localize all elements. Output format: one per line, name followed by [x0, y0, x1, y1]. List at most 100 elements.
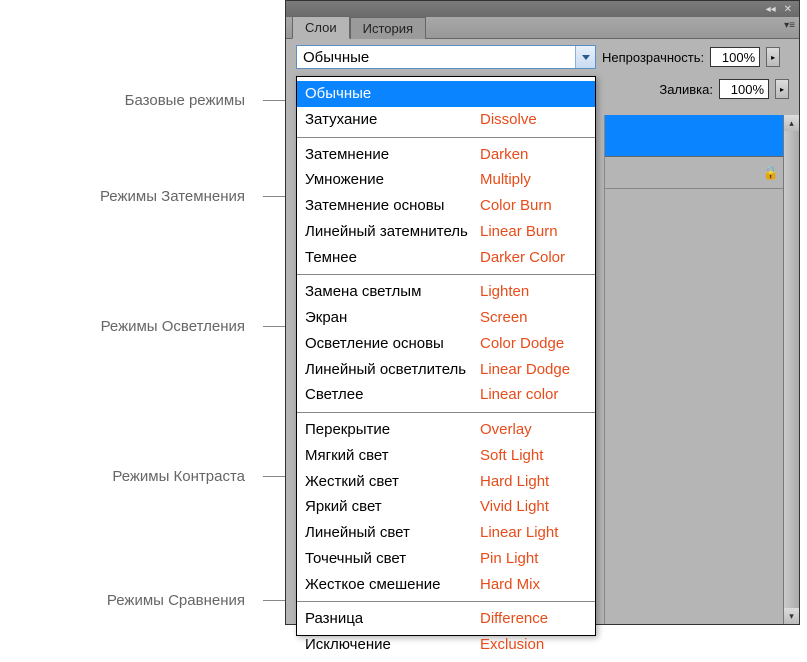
blend-mode-label-en: Vivid Light	[480, 496, 549, 518]
blend-mode-label-en: Color Dodge	[480, 333, 564, 355]
blend-mode-option[interactable]: Замена светлымLighten	[297, 279, 595, 305]
blend-mode-label-en: Exclusion	[480, 634, 544, 656]
scroll-up-icon[interactable]: ▴	[784, 115, 799, 131]
tab-history[interactable]: История	[350, 17, 426, 39]
blend-mode-option[interactable]: ПерекрытиеOverlay	[297, 417, 595, 443]
layers-panel: ◂◂ ✕ Слои История ▾≡ Обычные Непрозрачно…	[285, 0, 800, 625]
blend-mode-option[interactable]: Жесткий светHard Light	[297, 469, 595, 495]
blend-mode-label-en: Darken	[480, 144, 528, 166]
blend-mode-label-ru: Умножение	[305, 169, 480, 191]
blend-mode-label-en: Hard Light	[480, 471, 549, 493]
opacity-label: Непрозрачность:	[602, 50, 704, 65]
blend-mode-label-ru: Перекрытие	[305, 419, 480, 441]
fill-stepper[interactable]: ▸	[775, 79, 789, 99]
blend-mode-option[interactable]: Обычные	[297, 81, 595, 107]
blend-mode-label-en: Darker Color	[480, 247, 565, 269]
blend-mode-label-ru: Обычные	[305, 83, 480, 105]
blend-mode-label-ru: Исключение	[305, 634, 480, 656]
blend-mode-label-ru: Замена светлым	[305, 281, 480, 303]
blend-mode-group: ОбычныеЗатуханиеDissolve	[297, 77, 595, 138]
scrollbar[interactable]: ▴ ▾	[783, 115, 799, 624]
blend-mode-option[interactable]: РазницаDifference	[297, 606, 595, 632]
blend-mode-label-en: Screen	[480, 307, 528, 329]
panel-body: Обычные Непрозрачность: 100% ▸ Заливка: …	[286, 39, 799, 624]
blend-mode-label-ru: Затемнение	[305, 144, 480, 166]
chevron-down-icon	[582, 55, 590, 60]
scroll-down-icon[interactable]: ▾	[784, 608, 799, 624]
blend-mode-label-en: Soft Light	[480, 445, 543, 467]
blend-mode-group: ПерекрытиеOverlayМягкий светSoft LightЖе…	[297, 413, 595, 602]
panel-menu-icon[interactable]: ▾≡	[784, 20, 795, 31]
annotation-basic: Базовые режимы	[125, 92, 263, 109]
blend-mode-label-ru: Линейный свет	[305, 522, 480, 544]
blend-mode-label-en: Pin Light	[480, 548, 538, 570]
blend-mode-group: Замена светлымLightenЭкранScreenОсветлен…	[297, 275, 595, 413]
blend-mode-label-en: Hard Mix	[480, 574, 540, 596]
blend-mode-option[interactable]: Точечный светPin Light	[297, 546, 595, 572]
blend-mode-label-en: Linear color	[480, 384, 558, 406]
tab-layers[interactable]: Слои	[292, 16, 350, 39]
blend-mode-option[interactable]: Жесткое смешениеHard Mix	[297, 572, 595, 598]
annotation-panel: Базовые режимы Режимы Затемнения Режимы …	[0, 0, 285, 625]
dropdown-button[interactable]	[575, 46, 595, 68]
blend-mode-label-en: Linear Light	[480, 522, 558, 544]
blend-mode-option[interactable]: ЭкранScreen	[297, 305, 595, 331]
layer-row-selected[interactable]	[605, 115, 799, 157]
close-icon[interactable]: ✕	[781, 4, 795, 15]
annotation-contrast: Режимы Контраста	[112, 468, 263, 485]
controls-row-1: Обычные Непрозрачность: 100% ▸	[286, 39, 799, 75]
opacity-input[interactable]: 100%	[710, 47, 760, 67]
blend-mode-option[interactable]: ЗатуханиеDissolve	[297, 107, 595, 133]
blend-mode-label-en: Linear Burn	[480, 221, 558, 243]
blend-mode-option[interactable]: ИсключениеExclusion	[297, 632, 595, 658]
blend-mode-dropdown: ОбычныеЗатуханиеDissolveЗатемнениеDarken…	[296, 76, 596, 636]
blend-mode-option[interactable]: Мягкий светSoft Light	[297, 443, 595, 469]
panel-topbar: ◂◂ ✕	[286, 1, 799, 17]
blend-mode-option[interactable]: Осветление основыColor Dodge	[297, 331, 595, 357]
blend-mode-label-ru: Осветление основы	[305, 333, 480, 355]
lock-icon: 🔒	[763, 165, 779, 181]
layer-row[interactable]: 🔒	[605, 157, 799, 189]
blend-mode-option[interactable]: Линейный светLinear Light	[297, 520, 595, 546]
annotation-compare: Режимы Сравнения	[107, 592, 263, 609]
blend-mode-label-en: Difference	[480, 608, 548, 630]
blend-mode-label-ru: Темнее	[305, 247, 480, 269]
blend-mode-label-ru: Линейный осветлитель	[305, 359, 480, 381]
blend-mode-option[interactable]: Линейный затемнительLinear Burn	[297, 219, 595, 245]
collapse-icon[interactable]: ◂◂	[763, 4, 779, 15]
blend-mode-label-ru: Светлее	[305, 384, 480, 406]
blend-mode-label-ru: Затухание	[305, 109, 480, 131]
blend-mode-label-en: Color Burn	[480, 195, 552, 217]
blend-mode-option[interactable]: ЗатемнениеDarken	[297, 142, 595, 168]
layers-list: 🔒 ▴ ▾	[604, 115, 799, 624]
blend-mode-label-en: Linear Dodge	[480, 359, 570, 381]
blend-mode-label-ru: Экран	[305, 307, 480, 329]
blend-mode-label-ru: Разница	[305, 608, 480, 630]
fill-label: Заливка:	[659, 82, 713, 97]
blend-mode-option[interactable]: УмножениеMultiply	[297, 167, 595, 193]
opacity-stepper[interactable]: ▸	[766, 47, 780, 67]
annotation-darken: Режимы Затемнения	[100, 188, 263, 205]
blend-mode-label-ru: Жесткий свет	[305, 471, 480, 493]
blend-mode-label-ru: Линейный затемнитель	[305, 221, 480, 243]
blend-mode-option[interactable]: СветлееLinear color	[297, 382, 595, 408]
fill-input[interactable]: 100%	[719, 79, 769, 99]
blend-mode-group: ЗатемнениеDarkenУмножениеMultiplyЗатемне…	[297, 138, 595, 276]
blend-mode-option[interactable]: Линейный осветлительLinear Dodge	[297, 357, 595, 383]
blend-mode-option[interactable]: Яркий светVivid Light	[297, 494, 595, 520]
blend-mode-label-ru: Мягкий свет	[305, 445, 480, 467]
blend-mode-label-ru: Точечный свет	[305, 548, 480, 570]
blend-mode-label-ru: Жесткое смешение	[305, 574, 480, 596]
panel-tabs: Слои История ▾≡	[286, 17, 799, 39]
blend-mode-label-en: Lighten	[480, 281, 529, 303]
blend-mode-label-en: Dissolve	[480, 109, 537, 131]
blend-mode-select[interactable]: Обычные	[296, 45, 596, 69]
blend-mode-group: РазницаDifferenceИсключениеExclusion	[297, 602, 595, 662]
blend-mode-option[interactable]: ТемнееDarker Color	[297, 245, 595, 271]
blend-mode-label-en: Multiply	[480, 169, 531, 191]
blend-mode-option[interactable]: Затемнение основыColor Burn	[297, 193, 595, 219]
blend-mode-label-ru: Затемнение основы	[305, 195, 480, 217]
blend-mode-value: Обычные	[303, 49, 369, 66]
annotation-lighten: Режимы Осветления	[101, 318, 263, 335]
blend-mode-label-ru: Яркий свет	[305, 496, 480, 518]
